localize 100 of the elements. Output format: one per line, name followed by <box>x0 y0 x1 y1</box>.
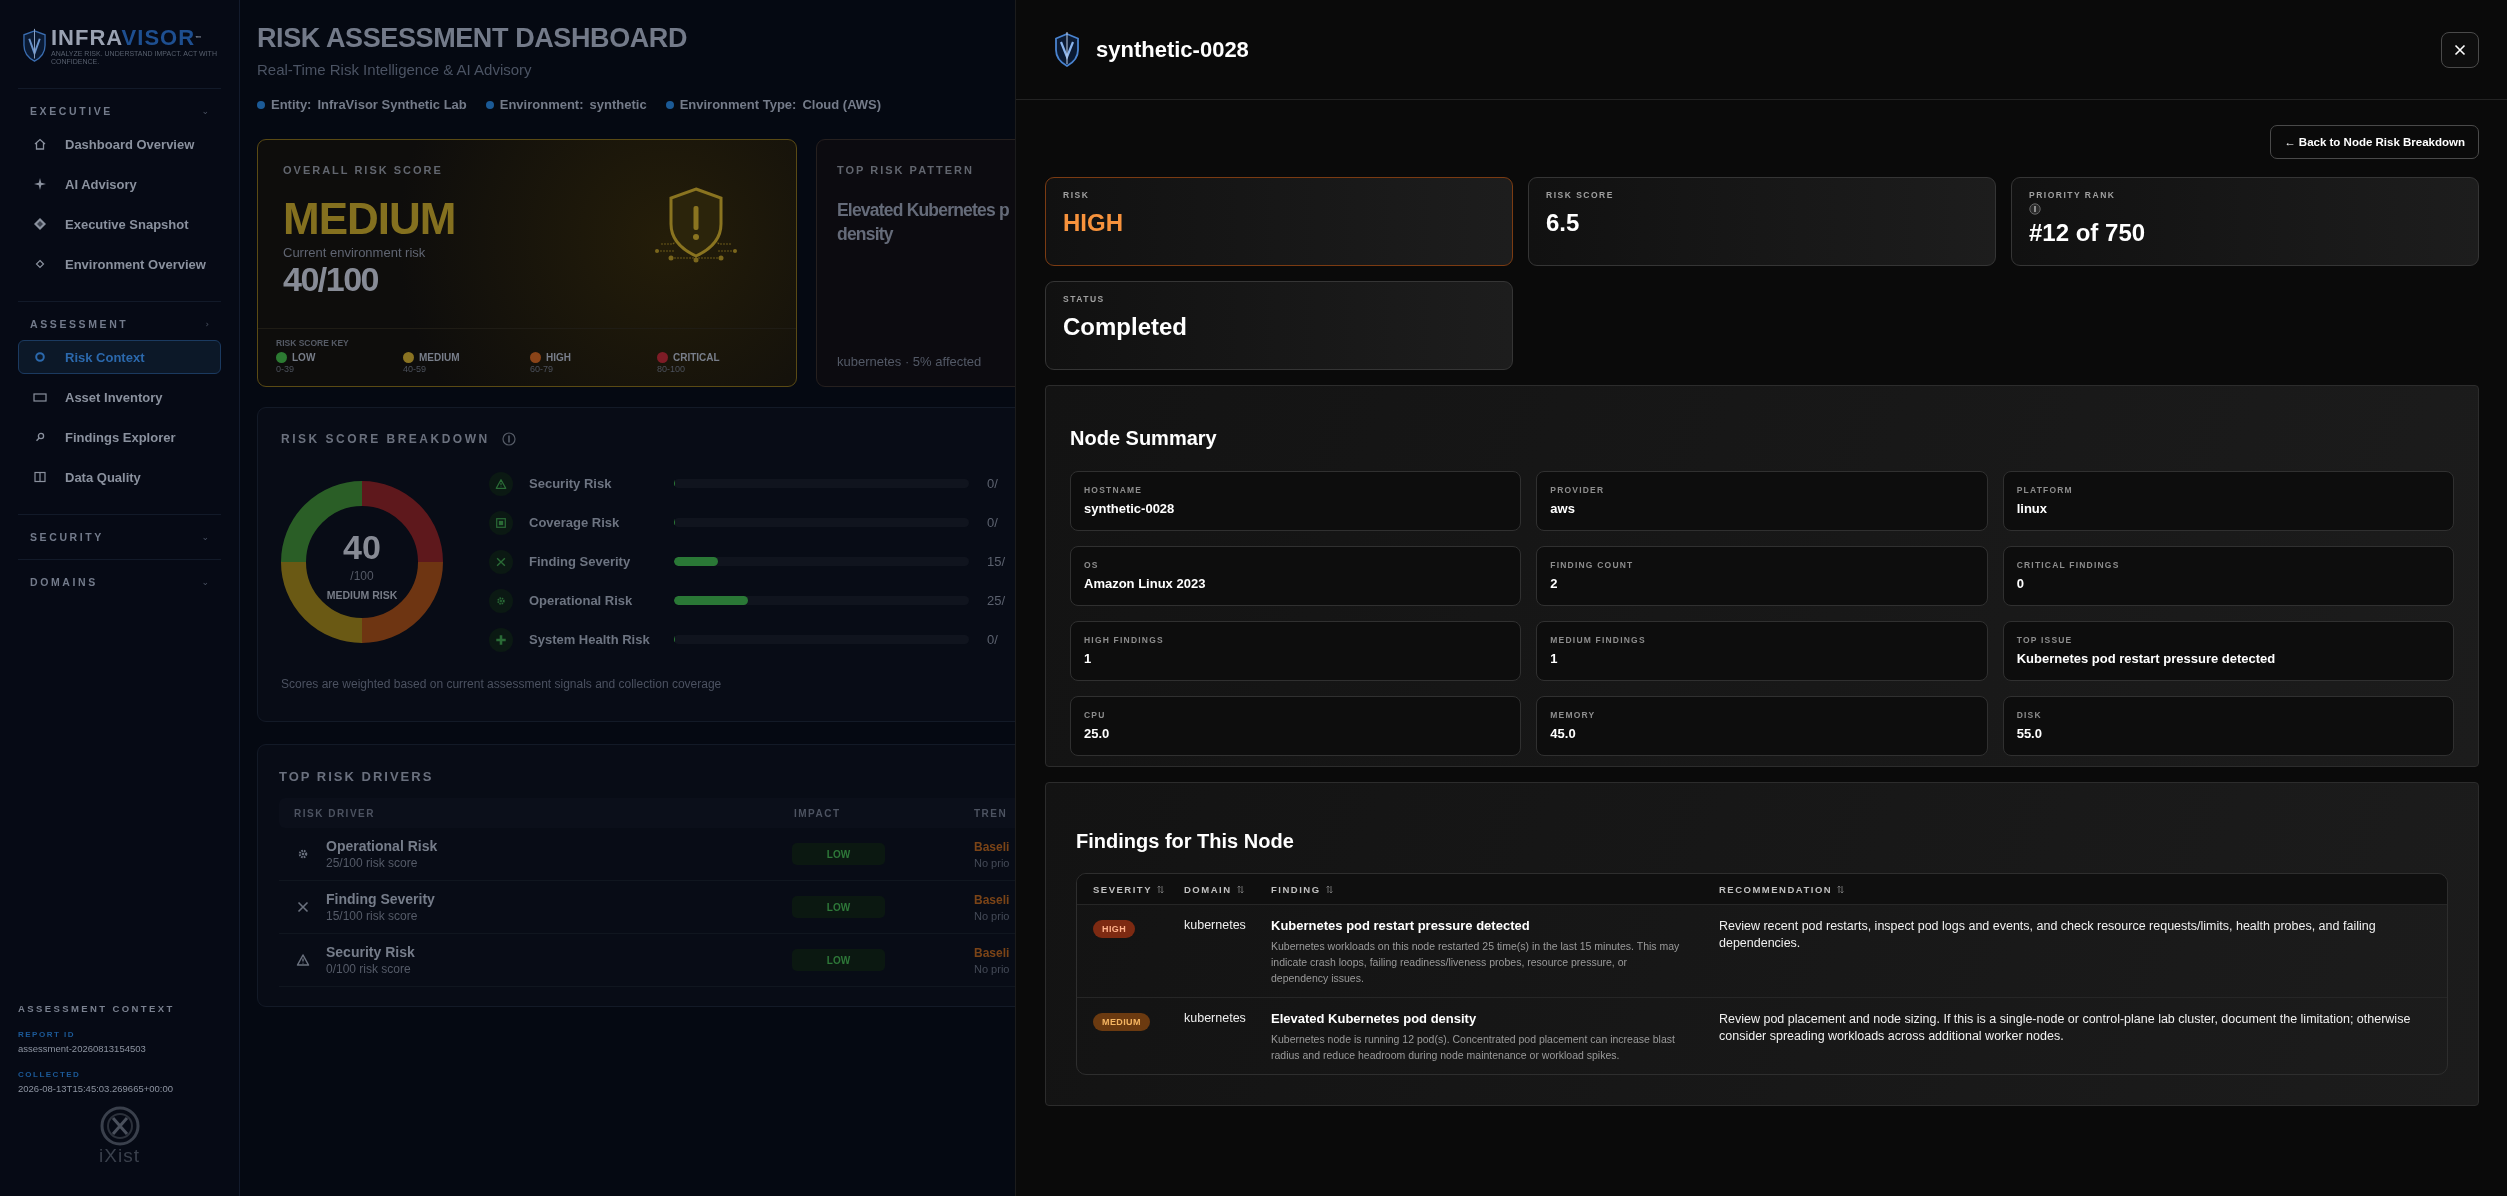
nav-item[interactable]: Environment Overview <box>18 247 221 281</box>
field-value: 1 <box>1084 651 1093 666</box>
finding-title: Kubernetes pod restart pressure detected <box>1271 918 1531 933</box>
stat-label: STATUS <box>1063 294 1106 304</box>
column-header[interactable]: DOMAIN <box>1184 883 1232 895</box>
sort-icon <box>1837 884 1845 894</box>
legend-range: 40-59 <box>403 364 428 374</box>
field-label: PROVIDER <box>1550 485 1606 495</box>
search-icon <box>33 430 47 444</box>
gauge-value: 40 <box>343 528 381 566</box>
recommendation-text: Review recent pod restarts, inspect pod logs and events, and check resource requests/limits, health probes, and failing dependencies. <box>1719 918 2377 952</box>
page-subtitle: Real-Time Risk Intelligence & AI Advisory <box>257 61 533 78</box>
trend-label: Baseli <box>974 892 1010 907</box>
risk-name: Coverage Risk <box>529 515 621 530</box>
meta-value: synthetic <box>589 97 647 112</box>
gauge-unit: /100 <box>350 568 374 584</box>
column-header[interactable]: SEVERITY <box>1093 883 1152 895</box>
legend-title: RISK SCORE KEY <box>276 338 350 348</box>
plus-badge-icon <box>489 627 513 652</box>
field-value: 25.0 <box>1084 726 1111 741</box>
trend-label: Baseli <box>974 839 1010 854</box>
field-value: 45.0 <box>1550 726 1577 741</box>
sort-icon <box>1325 884 1333 894</box>
section-title: DOMAINS <box>30 576 98 588</box>
field-label: CPU <box>1084 710 1107 720</box>
meta-label: Environment Type: <box>679 97 797 112</box>
field-label: TOP ISSUE <box>2016 635 2074 645</box>
risk-name: Security Risk <box>529 476 613 491</box>
column-header: IMPACT <box>793 807 841 819</box>
nav-item[interactable]: Findings Explorer <box>18 420 221 454</box>
risk-name: Finding Severity <box>529 554 632 569</box>
page-title: RISK ASSESSMENT DASHBOARD <box>257 22 689 54</box>
legend-label: LOW <box>292 352 316 363</box>
sort-icon <box>1236 884 1244 894</box>
ring-icon <box>33 350 47 364</box>
bullet-dot <box>257 100 265 109</box>
field-label: CRITICAL FINDINGS <box>2016 560 2121 570</box>
nav-item[interactable]: Asset Inventory <box>18 380 221 414</box>
card-label: TOP RISK PATTERN <box>837 164 975 176</box>
trend-note: No prio <box>974 962 1010 975</box>
legend-label: MEDIUM <box>419 352 460 363</box>
stat-label: RISK <box>1063 190 1091 200</box>
field-label: HOSTNAME <box>1084 485 1144 495</box>
back-button[interactable]: ← Back to Node Risk Breakdown <box>2270 125 2479 159</box>
section-title: Node Summary <box>1070 426 1218 450</box>
circle-x-logo-icon <box>98 1106 141 1146</box>
warning-icon <box>296 953 310 967</box>
risk-reading: 0/ <box>987 515 998 530</box>
column-header[interactable]: FINDING <box>1271 883 1321 895</box>
driver-name: Security Risk <box>326 944 415 960</box>
table-cell-text: kubernetes <box>1184 918 1247 932</box>
gear-badge-icon <box>489 588 513 613</box>
column-header: TREN <box>973 807 1008 819</box>
rectangle-icon <box>33 390 47 404</box>
info-icon <box>501 432 516 446</box>
stat-value: Completed <box>1063 313 1188 341</box>
risk-reading: 25/ <box>987 593 1006 608</box>
legend-label: HIGH <box>546 352 571 363</box>
card-caption: kubernetes · 5% affected <box>837 354 983 369</box>
field-value: assessment-20260813154503 <box>18 1043 147 1054</box>
x-mark-badge-icon <box>489 549 513 574</box>
table-cell-text: kubernetes <box>1184 1011 1247 1025</box>
panel-title: synthetic-0028 <box>1096 36 1249 63</box>
driver-name: Finding Severity <box>326 891 435 907</box>
card-note: Scores are weighted based on current assessment signals and collection coverage <box>281 677 723 691</box>
trend-note: No prio <box>974 909 1010 922</box>
field-value: Amazon Linux 2023 <box>1084 576 1207 591</box>
nav-item[interactable]: Dashboard Overview <box>18 127 221 161</box>
pattern-title: Elevated Kubernetes p density <box>837 199 1009 246</box>
diamond-outline-icon <box>33 257 47 271</box>
field-label: MEDIUM FINDINGS <box>1550 635 1647 645</box>
close-button[interactable] <box>2441 31 2479 68</box>
column-header: RISK DRIVER <box>293 807 375 819</box>
nav-item[interactable]: Executive Snapshot <box>18 207 221 241</box>
finding-detail: Kubernetes workloads on this node restarted 25 time(s) in the last 15 minutes. This may indicate crash loops, failing readiness/liveness probes, resource pressure, or dependency issues. <box>1271 939 1681 986</box>
square-badge-icon <box>489 510 513 535</box>
bullet-dot <box>665 100 674 109</box>
severity-badge: HIGH <box>1093 920 1136 938</box>
impact-badge: LOW <box>792 896 885 918</box>
field-value: Kubernetes pod restart pressure detected <box>2016 651 2277 666</box>
trend-label: Baseli <box>974 945 1010 960</box>
card-title: RISK SCORE BREAKDOWN <box>281 432 490 446</box>
legend-range: 60-79 <box>530 364 555 374</box>
nav-item[interactable]: Risk Context <box>18 340 221 374</box>
nav-item[interactable]: AI Advisory <box>18 167 221 201</box>
x-mark-icon <box>296 900 310 914</box>
column-header[interactable]: RECOMMENDATION <box>1719 883 1833 895</box>
close-icon <box>2454 43 2466 56</box>
nav-item[interactable]: Data Quality <box>18 460 221 494</box>
driver-score: 0/100 risk score <box>326 962 412 976</box>
section-title: EXECUTIVE <box>30 105 113 117</box>
section-title: ASSESSMENT <box>30 318 129 330</box>
bullet-dot <box>485 100 494 109</box>
field-value: linux <box>2016 501 2048 516</box>
gear-icon <box>296 847 310 861</box>
field-value: 1 <box>1550 651 1559 666</box>
warning-badge-icon <box>489 471 513 496</box>
columns-icon <box>33 470 47 484</box>
stat-value: #12 of 750 <box>2029 219 2147 247</box>
card-caption: Current environment risk <box>283 245 427 260</box>
